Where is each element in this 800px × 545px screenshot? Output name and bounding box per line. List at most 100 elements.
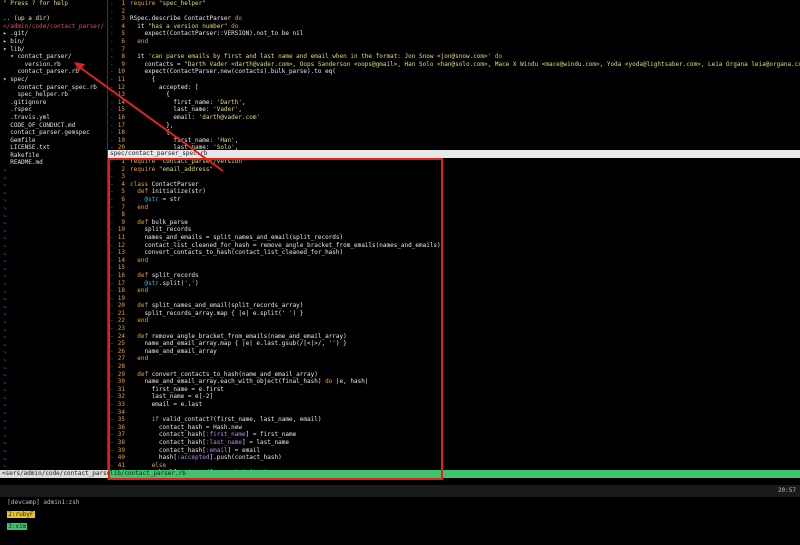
code-line[interactable]: -4 class ContactParser (108, 181, 800, 189)
tree-item[interactable]: version.rb (0, 61, 107, 69)
code-line[interactable]: -13 { (108, 91, 800, 99)
code-text: if valid_contact?(first_name, last_name,… (151, 416, 322, 424)
code-line[interactable]: -7 end (108, 204, 800, 212)
tree-item[interactable]: README.md (0, 159, 107, 167)
code-line[interactable]: -20 def split_names_and_email(split_reco… (108, 302, 800, 310)
code-line[interactable]: -23 (108, 325, 800, 333)
code-line[interactable]: -8 it 'can parse emails by first and las… (108, 53, 800, 61)
file-tree[interactable]: " Press ? for help .. (up a dir) </admin/c… (0, 0, 107, 470)
tree-item[interactable]: spec_helper.rb (0, 91, 107, 99)
code-line[interactable]: -14 first_name: 'Darth', (108, 99, 800, 107)
tree-item[interactable]: Gemfile (0, 137, 107, 145)
line-number: 5 (121, 30, 125, 38)
code-line[interactable]: -17 @str.split(',') (108, 280, 800, 288)
code-line[interactable]: -1 require "contact_parser/version" (108, 158, 800, 166)
tmux-window-3[interactable]: 3:vim (7, 523, 28, 530)
code-line[interactable]: -15 last_name: 'Vader', (108, 106, 800, 114)
code-line[interactable]: -12 accepted: [ (108, 84, 800, 92)
code-line[interactable]: -17 }, (108, 122, 800, 130)
empty-line-marker: ~ (3, 273, 7, 281)
code-line[interactable]: -21 split_records_array.map { |e| e.spli… (108, 310, 800, 318)
code-line[interactable]: -14 end (108, 257, 800, 265)
tree-item[interactable]: ▸ bin/ (0, 38, 107, 46)
tree-item[interactable]: LICENSE.txt (0, 144, 107, 152)
empty-line-marker: ~ (3, 440, 7, 448)
tree-item[interactable]: ▾ spec/ (0, 76, 107, 84)
code-line[interactable]: -12 contact_list_cleaned_for_hash = remo… (108, 242, 800, 250)
tree-item[interactable]: ▸ .git/ (0, 30, 107, 38)
code-line[interactable]: -32 last_name = e[-2] (108, 393, 800, 401)
code-line[interactable]: -6 @str = str (108, 196, 800, 204)
code-line[interactable]: -2 (108, 8, 800, 16)
code-line[interactable]: -11 names_and_emails = split_names_and_e… (108, 234, 800, 242)
tree-item[interactable]: .travis.yml (0, 114, 107, 122)
code-line[interactable]: -10 split_records (108, 226, 800, 234)
code-line[interactable]: -16 def split_records (108, 272, 800, 280)
code-line[interactable]: -8 (108, 211, 800, 219)
code-line[interactable]: -34 (108, 409, 800, 417)
empty-line-marker: ~ (3, 182, 7, 190)
line-number: 22 (117, 317, 125, 325)
code-line[interactable]: -5 expect(ContactParser::VERSION).not_to… (108, 30, 800, 38)
code-line[interactable]: -15 (108, 264, 800, 272)
code-line[interactable]: -18 end (108, 287, 800, 295)
code-line[interactable]: -19 first_name: 'Han', (108, 137, 800, 145)
code-line[interactable]: -36 contact_hash = Hash.new (108, 424, 800, 432)
code-line[interactable]: -38 contact_hash[:last_name] = last_name (108, 439, 800, 447)
code-line[interactable]: -10 expect(ContactParser.new(contacts).b… (108, 68, 800, 76)
code-line[interactable]: -26 name_and_email_array (108, 348, 800, 356)
editor-pane-lib[interactable]: -1 require "contact_parser/version" -2 requ… (108, 158, 800, 470)
code-line[interactable]: -16 email: 'darth@vader.com' (108, 114, 800, 122)
code-line[interactable]: -35 if valid_contact?(first_name, last_n… (108, 416, 800, 424)
code-line[interactable]: -31 first_name = e.first (108, 386, 800, 394)
tree-root-path[interactable]: </admin/code/contact_parser/ (0, 23, 107, 31)
tree-item[interactable]: .rspec (0, 106, 107, 114)
tree-item[interactable]: .. (up a dir) (0, 15, 107, 23)
empty-line-marker: ~ (3, 455, 7, 463)
code-line[interactable]: -4 it "has a version number" do (108, 23, 800, 31)
code-line[interactable]: -5 def initialize(str) (108, 188, 800, 196)
code-line[interactable]: -2 require "email_address" (108, 166, 800, 174)
code-line[interactable]: -25 name_and_email_array.map { |e| e.las… (108, 340, 800, 348)
editor-pane-spec[interactable]: -1 require "spec_helper" -2-3 RSpec.describ… (108, 0, 800, 150)
line-number: 28 (117, 363, 125, 371)
tree-item[interactable]: .gitignore (0, 99, 107, 107)
tree-item[interactable]: ▾ lib/ (0, 46, 107, 54)
code-line[interactable]: -6 end (108, 38, 800, 46)
code-line[interactable]: -9 def bulk_parse (108, 219, 800, 227)
code-line[interactable]: -7 (108, 46, 800, 54)
code-line[interactable]: -41 else (108, 462, 800, 470)
code-line[interactable]: -24 def remove_angle_bracket_from_emails… (108, 333, 800, 341)
code-line[interactable]: -22 end (108, 317, 800, 325)
tree-item[interactable]: contact_parser.rb (0, 68, 107, 76)
code-line[interactable]: -3 RSpec.describe ContactParser do (108, 15, 800, 23)
code-line[interactable]: -39 contact_hash[:email] = email (108, 447, 800, 455)
code-line[interactable]: -40 hash[:accepted].push(contact_hash) (108, 454, 800, 462)
tree-item[interactable]: contact_parser.gemspec (0, 129, 107, 137)
line-number: 41 (117, 461, 125, 469)
code-text: def bulk_parse (137, 218, 188, 226)
code-line[interactable]: -18 { (108, 129, 800, 137)
tmux-window-2[interactable]: 2:rubyF (7, 511, 35, 518)
code-line[interactable]: -3 (108, 173, 800, 181)
code-line[interactable]: -1 require "spec_helper" (108, 0, 800, 8)
code-line[interactable]: -9 contacts = "Darth Vader <darth@vader.… (108, 61, 800, 69)
code-line[interactable]: -29 def convert_contacts_to_hash(name_an… (108, 371, 800, 379)
tree-item[interactable]: CODE_OF_CONDUCT.md (0, 122, 107, 130)
code-line[interactable]: -27 end (108, 355, 800, 363)
code-line[interactable]: -19 (108, 295, 800, 303)
code-line[interactable]: -28 (108, 363, 800, 371)
code-line[interactable]: -33 email = e.last (108, 401, 800, 409)
tree-item[interactable]: ▾ contact_parser/ (0, 53, 107, 61)
code-line[interactable]: -11 { (108, 76, 800, 84)
empty-line-marker: ~ (3, 235, 7, 243)
code-text: expect(ContactParser::VERSION).not_to be… (130, 30, 304, 38)
code-line[interactable]: -30 name_and_email_array.each_with_objec… (108, 378, 800, 386)
tree-item[interactable]: Rakefile (0, 152, 107, 160)
empty-line-marker: ~ (3, 174, 7, 182)
code-line[interactable]: -37 contact_hash[:first_name] = first_na… (108, 431, 800, 439)
line-number: 25 (117, 340, 125, 348)
tree-item[interactable]: contact_parser_spec.rb (0, 84, 107, 92)
line-number: 23 (117, 325, 125, 333)
code-line[interactable]: -13 convert_contacts_to_hash(contact_lis… (108, 249, 800, 257)
